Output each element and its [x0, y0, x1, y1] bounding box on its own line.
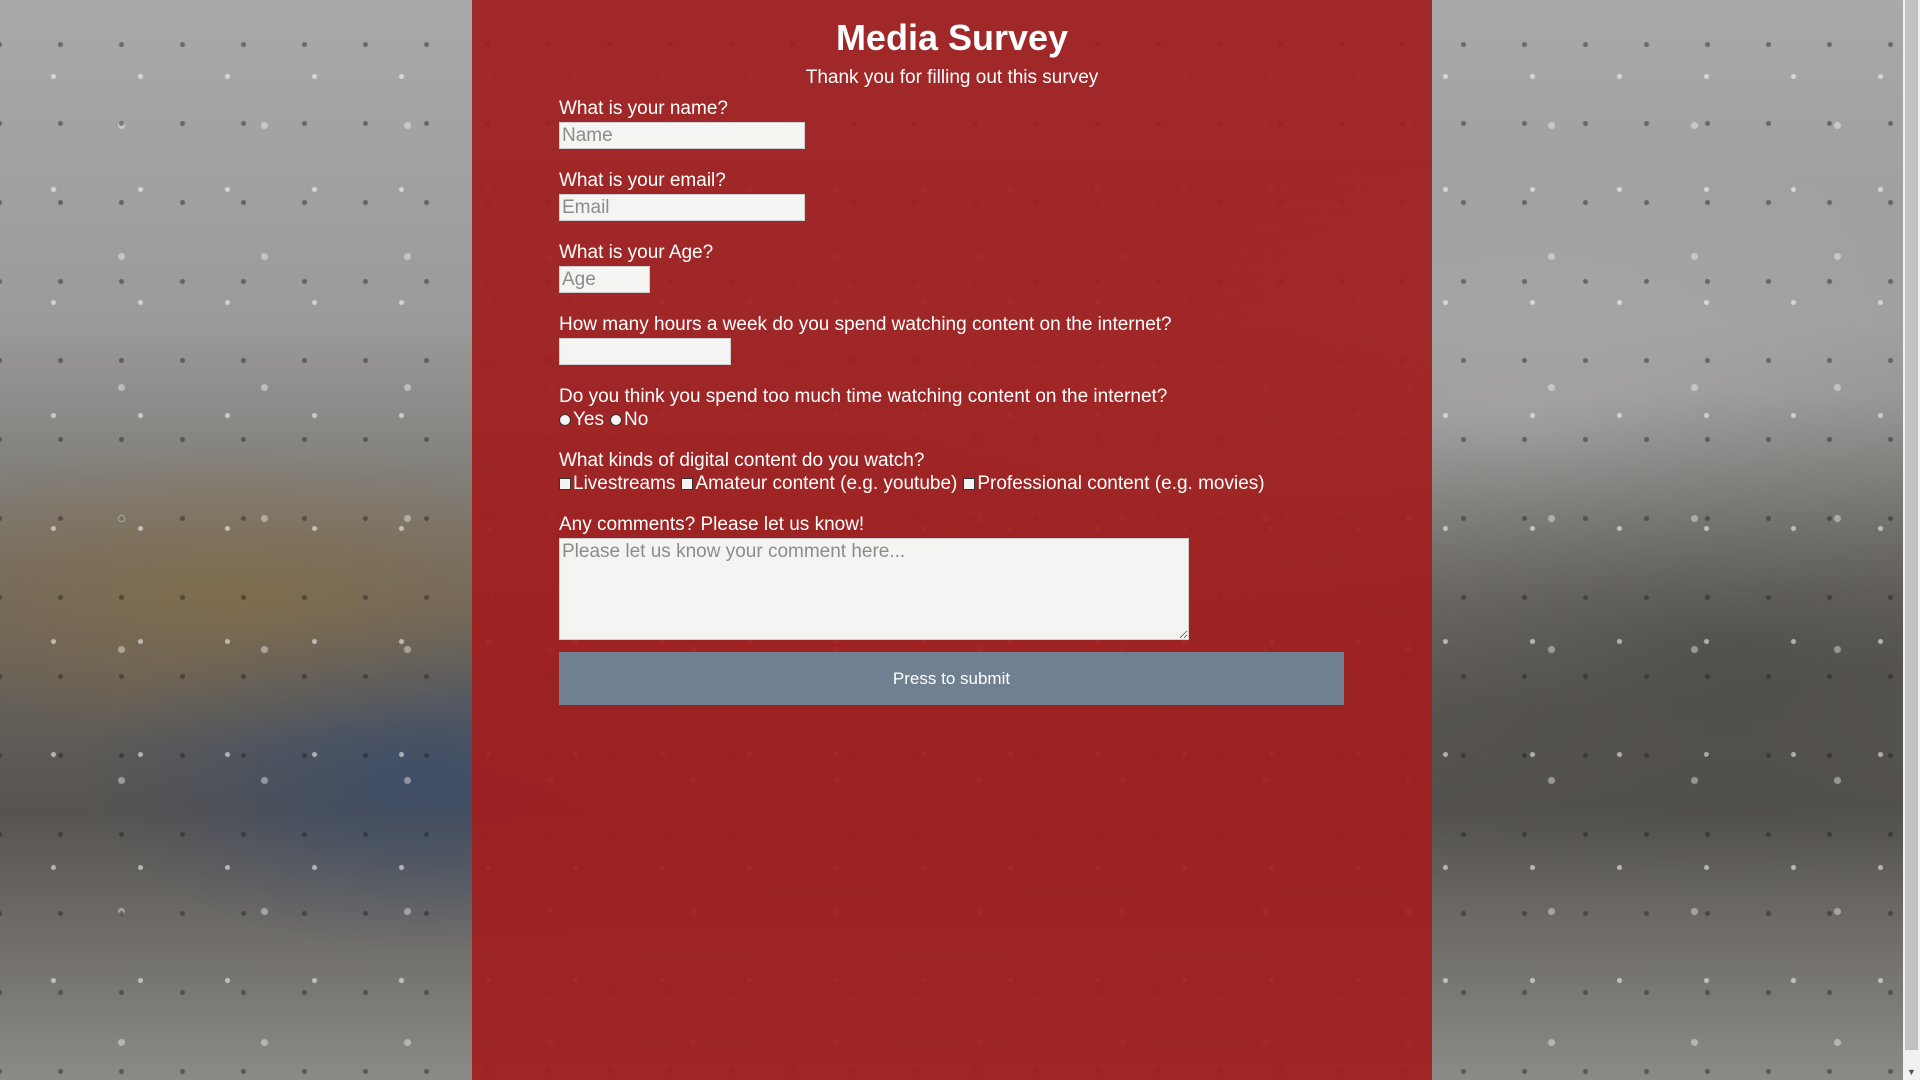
- checkbox-professional-label[interactable]: Professional content (e.g. movies): [977, 473, 1264, 495]
- survey-form: What is your name? What is your email? W…: [559, 98, 1349, 661]
- survey-panel: Media Survey Thank you for filling out t…: [472, 0, 1432, 1080]
- too-much-group: Do you think you spend too much time wat…: [559, 386, 1349, 431]
- submit-button[interactable]: Press to submit: [559, 652, 1344, 705]
- hours-label: How many hours a week do you spend watch…: [559, 314, 1172, 335]
- radio-yes-button[interactable]: [559, 414, 571, 426]
- name-label: What is your name?: [559, 98, 728, 119]
- content-kinds-label: What kinds of digital content do you wat…: [559, 450, 925, 471]
- comments-textarea[interactable]: [559, 538, 1189, 640]
- radio-yes[interactable]: Yes: [559, 409, 604, 431]
- comments-label: Any comments? Please let us know!: [559, 514, 865, 535]
- email-label: What is your email?: [559, 170, 726, 191]
- scrollbar-thumb[interactable]: [1905, 0, 1918, 1050]
- hours-group: How many hours a week do you spend watch…: [559, 314, 1349, 365]
- name-group: What is your name?: [559, 98, 1349, 149]
- page-title: Media Survey: [835, 17, 1069, 58]
- radio-no[interactable]: No: [610, 409, 648, 431]
- age-input[interactable]: [559, 266, 650, 293]
- checkbox-professional-box[interactable]: [963, 478, 976, 490]
- name-input[interactable]: [559, 122, 805, 149]
- content-kinds-options: Livestreams Amateur content (e.g. youtub…: [559, 473, 1349, 495]
- hours-input[interactable]: [559, 338, 731, 365]
- checkbox-livestreams[interactable]: Livestreams: [559, 473, 675, 495]
- email-group: What is your email?: [559, 170, 1349, 221]
- radio-yes-label[interactable]: Yes: [573, 409, 604, 431]
- checkbox-amateur[interactable]: Amateur content (e.g. youtube): [681, 473, 957, 495]
- checkbox-amateur-label[interactable]: Amateur content (e.g. youtube): [695, 473, 957, 495]
- radio-no-button[interactable]: [610, 414, 622, 426]
- page-subtitle: Thank you for filling out this survey: [805, 67, 1099, 88]
- age-label: What is your Age?: [559, 242, 714, 263]
- checkbox-professional[interactable]: Professional content (e.g. movies): [963, 473, 1265, 495]
- chevron-down-icon[interactable]: ▼: [1903, 1063, 1920, 1080]
- checkbox-livestreams-box[interactable]: [559, 478, 571, 490]
- page-scrollbar[interactable]: ▼: [1903, 0, 1920, 1080]
- content-kinds-group: What kinds of digital content do you wat…: [559, 450, 1349, 495]
- checkbox-amateur-box[interactable]: [681, 478, 694, 490]
- age-group: What is your Age?: [559, 242, 1349, 293]
- comments-group: Any comments? Please let us know!: [559, 514, 1349, 640]
- too-much-options: Yes No: [559, 409, 1349, 431]
- email-input[interactable]: [559, 194, 805, 221]
- checkbox-livestreams-label[interactable]: Livestreams: [573, 473, 675, 495]
- too-much-label: Do you think you spend too much time wat…: [559, 386, 1168, 407]
- radio-no-label[interactable]: No: [624, 409, 648, 431]
